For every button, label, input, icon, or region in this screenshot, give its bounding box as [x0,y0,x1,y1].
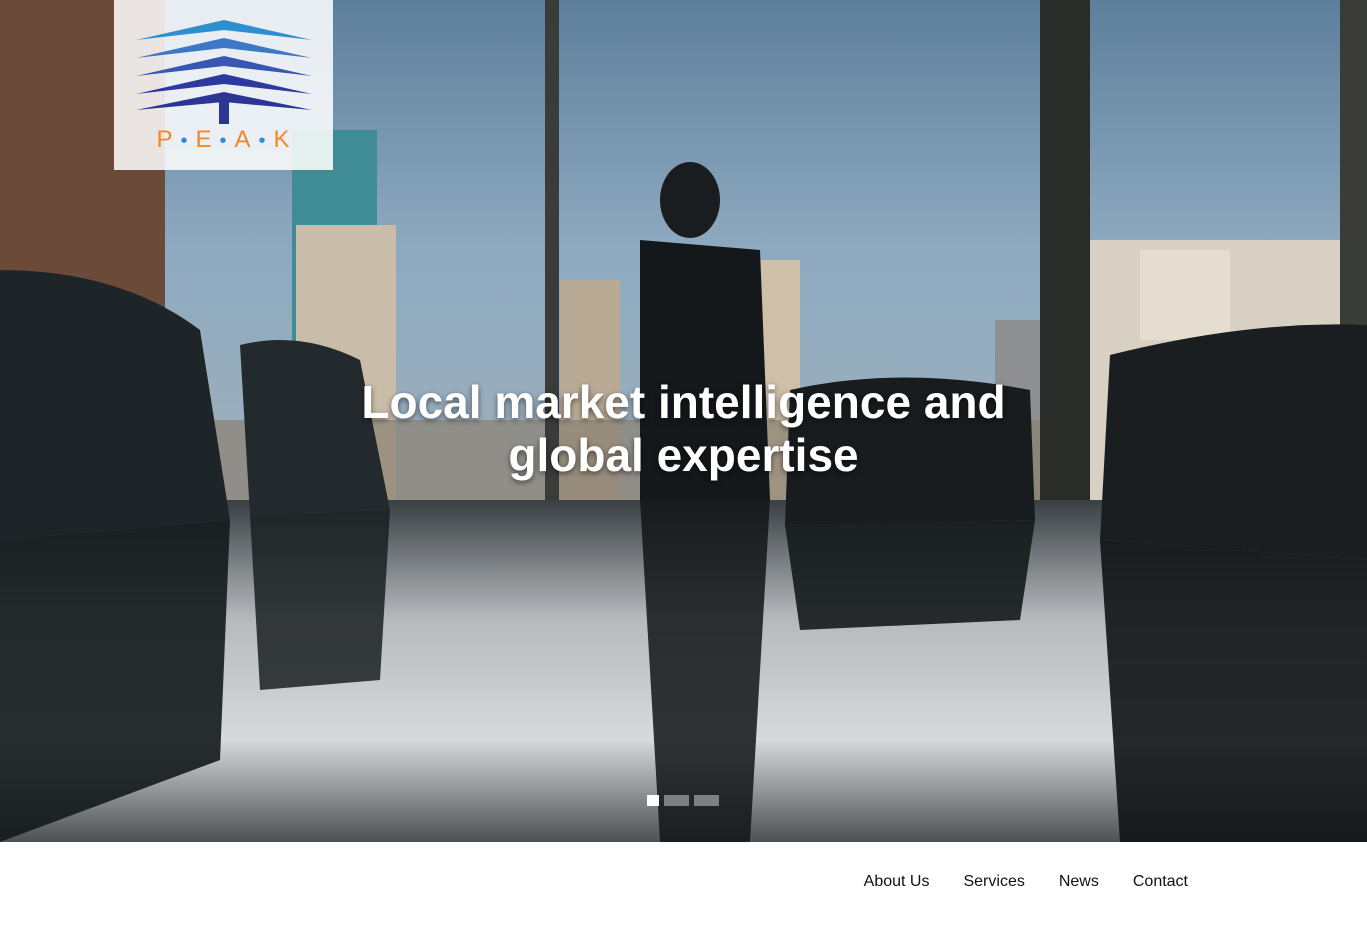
slide-dot-1[interactable] [647,795,659,806]
slide-dot-2[interactable] [664,795,689,806]
logo-letter-k: K [273,126,291,153]
main-navigation: About Us Services News Contact [864,873,1188,891]
logo-wordmark: P • E • A • K [156,126,291,153]
hero-banner: P • E • A • K Local market intelligence and gl… [0,0,1367,842]
nav-link-services[interactable]: Services [963,873,1024,891]
hero-headline-line-2: global expertise [508,429,859,481]
nav-link-about-us[interactable]: About Us [864,873,930,891]
hero-headline-line-1: Local market intelligence and [361,376,1006,428]
slide-dot-3[interactable] [694,795,719,806]
nav-link-news[interactable]: News [1059,873,1099,891]
peak-logo[interactable]: P • E • A • K [114,0,333,170]
logo-letter-a: A [234,126,252,153]
roof-logo-icon [136,20,312,124]
logo-letter-e: E [195,126,213,153]
slide-pager [647,795,719,806]
hero-headline: Local market intelligence and global exp… [250,376,1117,482]
logo-letter-p: P [156,126,174,153]
nav-link-contact[interactable]: Contact [1133,873,1188,891]
